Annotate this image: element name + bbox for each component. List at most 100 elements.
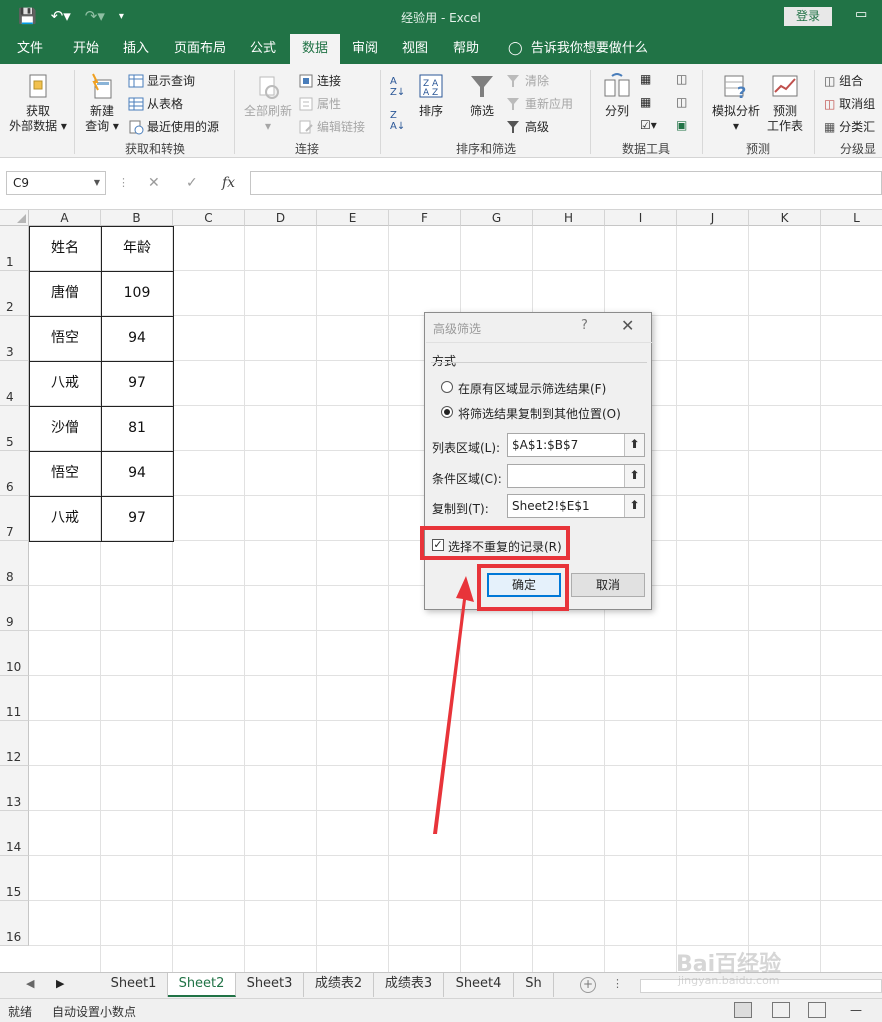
forecast-sheet-button[interactable]: 预测 工作表 [764,72,806,134]
data-validation-icon[interactable]: ☑▾ [640,118,657,132]
confirm-entry-icon[interactable]: ✓ [186,171,198,195]
ribbon-display-icon[interactable]: ▭ [855,7,867,22]
column-header-h[interactable]: H [533,210,605,226]
name-box[interactable]: C9 ▼ [6,171,106,195]
connections-button[interactable]: 连接 [298,72,341,89]
row-header-6[interactable]: 6 [0,451,29,496]
new-query-button[interactable]: 新建 查询 ▾ [80,72,124,134]
redo-icon[interactable]: ↷▾ [85,7,105,25]
group-button[interactable]: ◫ 组合 [824,72,863,89]
row-header-5[interactable]: 5 [0,406,29,451]
add-sheet-icon[interactable]: + [580,977,596,993]
relationships-icon[interactable]: ◫ [676,95,687,109]
tab-data[interactable]: 数据 [290,34,340,64]
edit-links-button[interactable]: 编辑链接 [298,118,365,135]
row-header-11[interactable]: 11 [0,676,29,721]
customize-qat-icon[interactable]: ▾ [119,11,124,22]
subtotal-button[interactable]: ▦ 分类汇 [824,118,875,135]
reapply-button[interactable]: 重新应用 [506,95,573,112]
close-icon[interactable]: ✕ [621,316,634,335]
next-sheet-icon[interactable]: ▶ [56,977,64,990]
radio-copy-to-location[interactable] [441,406,453,418]
column-header-f[interactable]: F [389,210,461,226]
cancel-button[interactable]: 取消 [571,573,645,597]
collapse-dialog-icon[interactable]: ⬆ [624,434,644,456]
page-break-view-icon[interactable] [808,1002,826,1018]
option-filter-in-place-label[interactable]: 在原有区域显示筛选结果(F) [458,380,606,397]
help-icon[interactable]: ? [581,318,588,333]
row-header-8[interactable]: 8 [0,541,29,586]
select-all-corner[interactable] [0,210,29,226]
sheet-tab[interactable]: 成绩表2 [304,973,374,997]
sheet-tab[interactable]: Sheet3 [236,973,304,997]
column-header-i[interactable]: I [605,210,677,226]
list-range-input[interactable]: $A$1:$B$7 ⬆ [507,433,645,457]
tab-page-layout[interactable]: 页面布局 [168,34,232,64]
column-header-c[interactable]: C [173,210,245,226]
tab-formulas[interactable]: 公式 [240,34,286,64]
recent-sources-button[interactable]: 最近使用的源 [128,118,219,135]
sort-ascending-button[interactable]: A Z↓ [390,76,405,98]
row-header-1[interactable]: 1 [0,226,29,271]
tab-split-grip-icon[interactable]: ⋮ [612,977,623,990]
show-query-button[interactable]: 显示查询 [128,72,195,89]
login-button[interactable]: 登录 [784,7,832,26]
row-header-12[interactable]: 12 [0,721,29,766]
collapse-dialog-icon[interactable]: ⬆ [624,465,644,487]
cancel-entry-icon[interactable]: ✕ [148,171,160,195]
collapse-dialog-icon[interactable]: ⬆ [624,495,644,517]
tab-view[interactable]: 视图 [392,34,438,64]
row-header-10[interactable]: 10 [0,631,29,676]
column-header-j[interactable]: J [677,210,749,226]
properties-button[interactable]: 属性 [298,95,341,112]
advanced-filter-button[interactable]: 高级 [506,118,549,135]
tab-insert[interactable]: 插入 [112,34,160,64]
row-header-2[interactable]: 2 [0,271,29,316]
normal-view-icon[interactable] [734,1002,752,1018]
name-box-dropdown-icon[interactable]: ▼ [94,172,100,194]
column-header-e[interactable]: E [317,210,389,226]
filter-button[interactable]: 筛选 [462,72,502,119]
sheet-tab[interactable]: Sheet4 [444,973,514,997]
tab-home[interactable]: 开始 [62,34,110,64]
sheet-tab[interactable]: Sheet2 [168,973,236,997]
row-header-4[interactable]: 4 [0,361,29,406]
column-header-d[interactable]: D [245,210,317,226]
tab-review[interactable]: 审阅 [342,34,388,64]
option-copy-to-location-label[interactable]: 将筛选结果复制到其他位置(O) [458,405,621,422]
sort-button[interactable]: Z AA Z 排序 [412,72,450,119]
insert-function-button[interactable]: fx [222,171,235,195]
zoom-out-icon[interactable]: — [850,1003,862,1017]
sheet-tab[interactable]: Sheet1 [100,973,168,997]
column-header-a[interactable]: A [29,210,101,226]
row-header-7[interactable]: 7 [0,496,29,541]
tab-help[interactable]: 帮助 [442,34,490,64]
consolidate-icon[interactable]: ◫ [676,72,687,86]
criteria-range-input[interactable]: ⬆ [507,464,645,488]
row-header-9[interactable]: 9 [0,586,29,631]
row-header-3[interactable]: 3 [0,316,29,361]
row-header-14[interactable]: 14 [0,811,29,856]
get-external-data-button[interactable]: 获取 外部数据 ▾ [8,72,68,134]
copy-to-input[interactable]: Sheet2!$E$1 ⬆ [507,494,645,518]
sheet-tab[interactable]: Sh [514,973,554,997]
sort-descending-button[interactable]: Z A↓ [390,110,405,132]
from-table-button[interactable]: 从表格 [128,95,183,112]
manage-data-model-icon[interactable]: ▣ [676,118,687,132]
flash-fill-icon[interactable]: ▦ [640,72,651,86]
prev-sheet-icon[interactable]: ◀ [26,977,34,990]
formula-input[interactable] [250,171,882,195]
column-header-l[interactable]: L [821,210,882,226]
text-to-columns-button[interactable]: 分列 [598,72,636,119]
what-if-analysis-button[interactable]: ? 模拟分析 ▾ [708,72,764,134]
tab-file[interactable]: 文件 [6,34,54,64]
tell-me-box[interactable]: ◯ 告诉我你想要做什么 [508,34,648,64]
page-layout-view-icon[interactable] [772,1002,790,1018]
save-icon[interactable]: 💾 [18,7,37,25]
undo-icon[interactable]: ↶▾ [51,7,71,25]
column-header-k[interactable]: K [749,210,821,226]
sheet-tab[interactable]: 成绩表3 [374,973,444,997]
clear-filter-button[interactable]: 清除 [506,72,549,89]
column-header-g[interactable]: G [461,210,533,226]
column-header-b[interactable]: B [101,210,173,226]
